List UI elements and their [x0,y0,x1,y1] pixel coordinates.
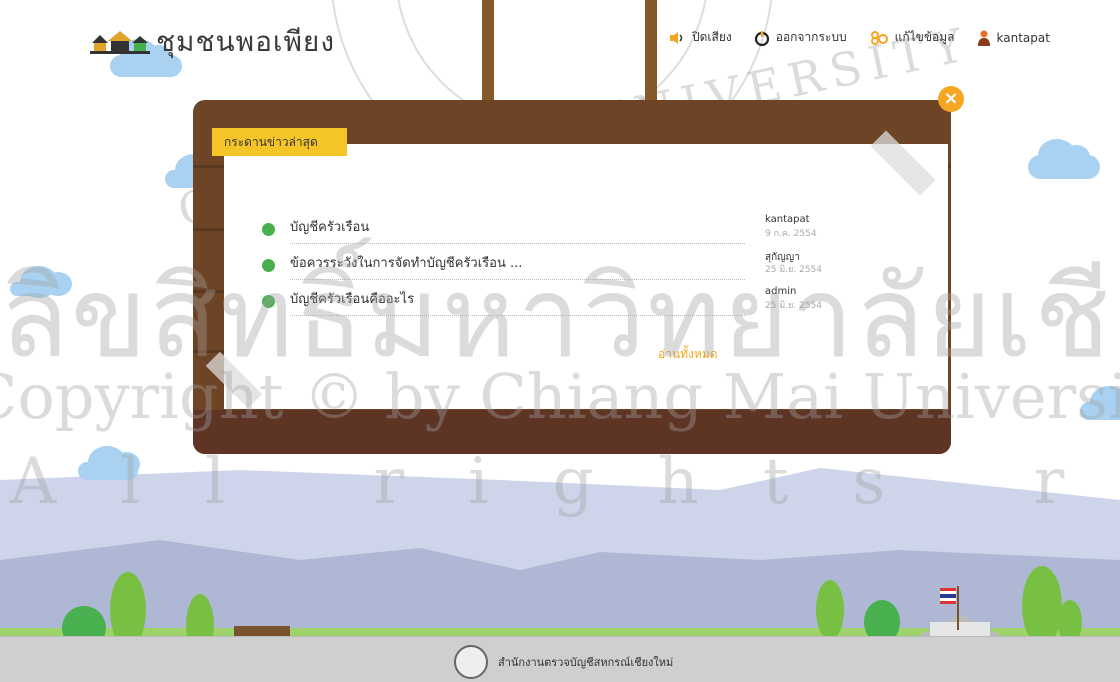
site-title: ชุมชนพอเพียง [156,25,335,58]
cloud [1080,386,1120,420]
news-author: kantapat [765,214,810,225]
cloud [78,446,140,480]
mute-button[interactable]: ปิดเสียง [668,28,732,47]
user-profile-link[interactable]: kantapat [977,30,1050,46]
edit-profile-button[interactable]: แก้ไขข้อมูล [869,28,955,47]
speaker-icon [670,31,683,44]
agency-seal-icon [454,645,488,679]
plank-line [193,290,224,293]
scene: CHIANG MAI UNIVERSITY ชุมชนพอเพียง ปิดเส… [0,0,1120,682]
power-icon [754,30,769,46]
news-title[interactable]: บัญชีครัวเรือน [290,216,745,244]
bullet-icon [262,223,275,236]
footer-text: สำนักงานตรวจบัญชีสหกรณ์เชียงใหม่ [498,656,674,669]
logout-button[interactable]: ออกจากระบบ [754,28,847,47]
news-author: admin [765,286,797,297]
logout-label: ออกจากระบบ [775,30,847,44]
board-bottom-rail [193,410,951,454]
top-navigation: ปิดเสียง ออกจากระบบ แก้ไขข้อมูล kantapat [668,28,1050,47]
bullet-icon [262,259,275,272]
trees-right [816,566,1082,640]
news-item[interactable]: บัญชีครัวเรือน kantapat 9 ก.ค. 2554 [262,214,852,250]
news-item[interactable]: ข้อควรระวังในการจัดทำบัญชีครัวเรือน ... … [262,250,852,286]
community-houses-icon [90,31,150,54]
trees-left [62,572,214,640]
user-icon [977,30,990,46]
cloud [10,266,72,298]
edit-profile-icon [870,30,888,45]
news-title[interactable]: บัญชีครัวเรือนคืออะไร [290,288,745,316]
edit-profile-label: แก้ไขข้อมูล [894,30,955,44]
news-date: 25 มิ.ย. 2554 [765,301,823,311]
close-button[interactable]: × [938,86,964,112]
footer-content: สำนักงานตรวจบัญชีสหกรณ์เชียงใหม่ [454,645,673,679]
close-icon: × [943,88,959,109]
plank-line [948,165,951,168]
news-list: บัญชีครัวเรือน kantapat 9 ก.ค. 2554 ข้อค… [262,214,852,322]
username-label: kantapat [996,30,1050,45]
news-item[interactable]: บัญชีครัวเรือนคืออะไร admin 25 มิ.ย. 255… [262,286,852,322]
news-title[interactable]: ข้อควรระวังในการจัดทำบัญชีครัวเรือน ... [290,252,745,280]
news-date: 9 ก.ค. 2554 [765,229,817,239]
board-post-left [482,0,494,108]
cloud [1028,139,1100,179]
news-date: 25 มิ.ย. 2554 [765,265,823,275]
footer: สำนักงานตรวจบัญชีสหกรณ์เชียงใหม่ [0,636,1120,682]
plank-line [193,228,224,231]
board-post-right [645,0,657,108]
plank-line [193,165,224,168]
mute-label: ปิดเสียง [692,30,732,44]
read-all-link[interactable]: อ่านทั้งหมด [658,345,718,364]
hut-roof [234,626,290,636]
news-board-tab: กระดานข่าวล่าสุด [212,128,347,156]
bullet-icon [262,295,275,308]
logo[interactable]: ชุมชนพอเพียง [90,20,335,64]
